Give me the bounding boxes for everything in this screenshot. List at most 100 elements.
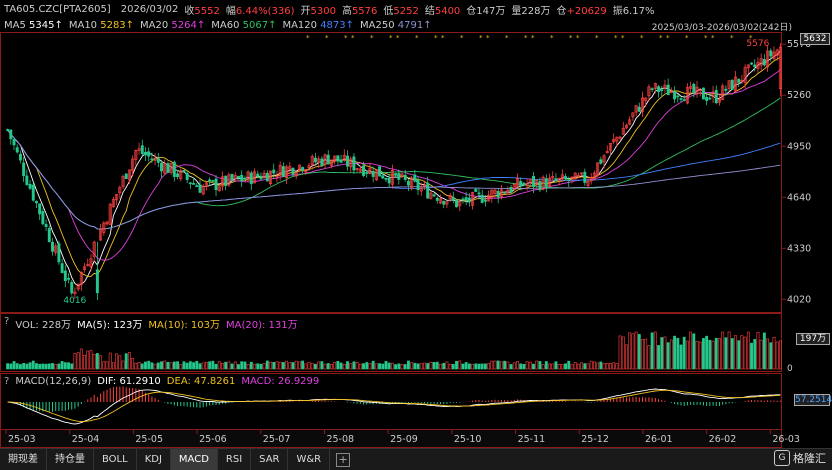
date-range: 2025/03/03-2026/03/02(242日) bbox=[651, 23, 792, 33]
volume-bar bbox=[188, 361, 192, 370]
volume-bar bbox=[551, 363, 555, 370]
indicator-tabbar: 期现差 持仓量 BOLL KDJ MACD RSI SAR W&R + bbox=[0, 448, 832, 470]
volume-bar bbox=[564, 363, 567, 370]
volume-bar bbox=[605, 362, 609, 370]
candle-body bbox=[124, 173, 128, 180]
macd-settings-icon[interactable]: ? bbox=[4, 376, 9, 387]
volume-bar bbox=[397, 363, 401, 370]
volume-bar bbox=[355, 362, 359, 370]
candle-body bbox=[22, 162, 26, 176]
volume-bar bbox=[673, 335, 677, 370]
price-axis-label: 4020 bbox=[787, 294, 811, 305]
price-axis-label: 4950 bbox=[787, 141, 811, 152]
candle-body bbox=[708, 97, 712, 100]
volume-bar bbox=[70, 363, 74, 370]
volume-bar bbox=[641, 339, 644, 370]
candle-body bbox=[249, 172, 253, 185]
candle-body bbox=[198, 184, 202, 193]
date-axis-label: 25-10 bbox=[454, 434, 482, 445]
high-annotation: 5576 bbox=[746, 39, 769, 49]
volume-bar bbox=[615, 363, 619, 370]
volume-bar bbox=[609, 363, 612, 370]
volume-bar bbox=[772, 336, 776, 370]
volume-bar bbox=[676, 337, 680, 370]
volume-bar bbox=[666, 342, 670, 370]
volume-bar bbox=[743, 336, 747, 370]
volume-bar bbox=[31, 360, 35, 370]
tab-boll[interactable]: BOLL bbox=[94, 448, 137, 470]
volume-bar bbox=[445, 361, 449, 370]
volume-bar bbox=[525, 361, 529, 370]
panel-settings-icon[interactable]: ? bbox=[4, 316, 9, 331]
volume-bar bbox=[243, 361, 247, 370]
candle-body bbox=[44, 224, 48, 227]
candle-body bbox=[281, 166, 285, 178]
event-star-icon: * bbox=[685, 34, 689, 42]
event-star-icon: * bbox=[460, 34, 464, 42]
volume-bar bbox=[256, 363, 260, 370]
candle-body bbox=[224, 175, 228, 186]
volume-bar bbox=[153, 363, 157, 370]
event-star-icon: * bbox=[614, 34, 618, 42]
candle-body bbox=[12, 139, 16, 146]
volume-bar bbox=[246, 364, 250, 370]
vol-ma10: MA(10): 103万 bbox=[148, 320, 220, 331]
tab-wr[interactable]: W&R bbox=[288, 448, 331, 470]
tab-1[interactable]: 持仓量 bbox=[47, 448, 94, 470]
ma20-line bbox=[7, 69, 781, 261]
volume-bar bbox=[118, 355, 122, 370]
volume-bar bbox=[596, 362, 600, 370]
candle-body bbox=[564, 176, 568, 180]
date-axis-label: 25-04 bbox=[72, 434, 100, 445]
volume-bar bbox=[644, 338, 648, 370]
volume-bar bbox=[60, 361, 64, 370]
candle-body bbox=[365, 172, 369, 174]
add-tab-icon[interactable]: + bbox=[336, 452, 351, 467]
tab-sar[interactable]: SAR bbox=[251, 448, 289, 470]
event-star-icon: * bbox=[621, 34, 625, 42]
volume-bar bbox=[95, 353, 99, 370]
volume-bar bbox=[544, 361, 548, 370]
volume-bar bbox=[634, 331, 638, 370]
volume-bar bbox=[439, 363, 442, 370]
candle-body bbox=[63, 270, 67, 282]
tab-macd[interactable]: MACD bbox=[170, 448, 218, 470]
volume-bar bbox=[92, 353, 96, 370]
candle-body bbox=[160, 162, 163, 172]
volume-bar bbox=[384, 361, 388, 370]
candle-body bbox=[480, 194, 484, 203]
candle-body bbox=[762, 59, 766, 66]
candle-body bbox=[144, 151, 147, 156]
volume-bar bbox=[86, 350, 90, 370]
oi-change-field: 仓+20629 bbox=[556, 5, 607, 17]
candle-body bbox=[57, 243, 61, 263]
tab-rsi[interactable]: RSI bbox=[218, 448, 252, 470]
volume-bar bbox=[326, 363, 330, 370]
volume-bar bbox=[285, 360, 289, 370]
date: 2026/03/02 bbox=[120, 3, 179, 15]
candle-body bbox=[724, 88, 728, 91]
volume-bar bbox=[144, 361, 147, 370]
volume-bar bbox=[685, 340, 689, 370]
volume-bar bbox=[490, 360, 494, 370]
event-star-icon: * bbox=[505, 34, 509, 42]
candle-body bbox=[362, 165, 366, 176]
volume-bar bbox=[718, 338, 721, 370]
candle-body bbox=[679, 98, 683, 100]
candle-body bbox=[339, 159, 343, 163]
tab-kdj[interactable]: KDJ bbox=[137, 448, 171, 470]
volume-bar bbox=[737, 340, 741, 370]
volume-bar bbox=[172, 361, 176, 370]
volume-bar bbox=[102, 361, 106, 370]
volume-bar bbox=[297, 361, 301, 370]
volume-bar bbox=[407, 360, 410, 370]
volume-bar bbox=[573, 362, 577, 370]
volume-bar bbox=[628, 332, 632, 370]
candle-body bbox=[583, 171, 587, 183]
volume-bar bbox=[612, 362, 616, 370]
volume-bar bbox=[451, 364, 455, 370]
volume-bar bbox=[522, 363, 526, 370]
settle-field: 结5400 bbox=[424, 5, 461, 17]
volume-bar bbox=[390, 362, 394, 370]
tab-0[interactable]: 期现差 bbox=[0, 448, 47, 470]
